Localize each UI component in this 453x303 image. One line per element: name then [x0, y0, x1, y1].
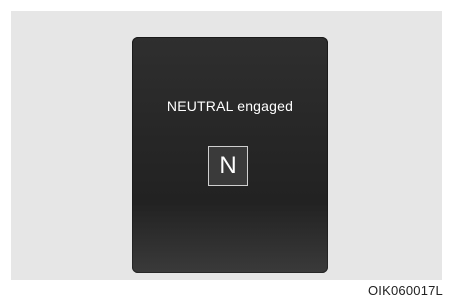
- neutral-engaged-message: NEUTRAL engaged: [166, 98, 294, 114]
- cluster-display: NEUTRAL engaged N: [132, 37, 328, 273]
- figure-code: OIK060017L: [367, 283, 443, 298]
- gear-indicator-n: N: [208, 146, 248, 186]
